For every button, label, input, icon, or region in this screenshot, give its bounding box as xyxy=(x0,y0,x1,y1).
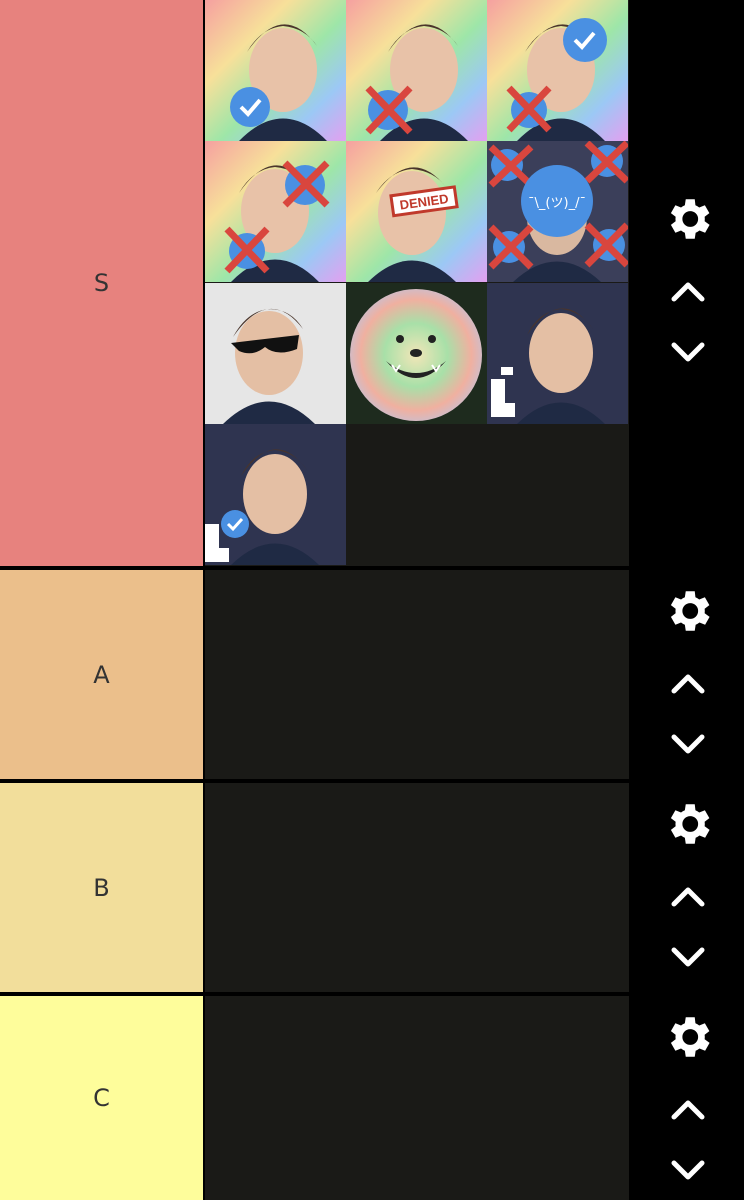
tier-row-s: S DENIED ¯\_(ツ)_/¯ xyxy=(0,0,744,566)
tile-rainbow-verified-top-right[interactable] xyxy=(487,0,628,141)
tier-items-a[interactable] xyxy=(205,570,629,779)
chevron-up-icon[interactable] xyxy=(659,262,717,320)
chevron-up-icon[interactable] xyxy=(659,867,717,925)
shrug-text: ¯\_(ツ)_/¯ xyxy=(528,196,586,211)
tier-row-c: C xyxy=(0,996,744,1200)
tier-label-text: C xyxy=(93,1084,110,1112)
gear-icon[interactable] xyxy=(659,1008,717,1066)
tier-label-c[interactable]: C xyxy=(0,996,203,1200)
tile-rainbow-crossed-verified[interactable] xyxy=(346,0,487,141)
chevron-down-icon[interactable] xyxy=(659,716,717,774)
tier-items-b[interactable] xyxy=(205,783,629,992)
chevron-up-icon[interactable] xyxy=(659,1080,717,1138)
tier-label-a[interactable]: A xyxy=(0,570,203,779)
tier-label-b[interactable]: B xyxy=(0,783,203,992)
tile-portrait-logo-verified[interactable] xyxy=(205,424,346,565)
tile-sunglasses[interactable] xyxy=(205,283,346,424)
tile-rainbow-denied[interactable]: DENIED xyxy=(346,141,487,282)
gear-icon[interactable] xyxy=(659,795,717,853)
tier-controls-a xyxy=(629,570,744,779)
tier-row-b: B xyxy=(0,783,744,992)
tier-items-c[interactable] xyxy=(205,996,629,1200)
tier-controls-b xyxy=(629,783,744,992)
tile-rainbow-dog[interactable] xyxy=(346,283,487,424)
tier-label-text: S xyxy=(93,269,110,297)
gear-icon[interactable] xyxy=(659,582,717,640)
tier-controls-c xyxy=(629,996,744,1200)
chevron-down-icon[interactable] xyxy=(659,929,717,987)
tier-row-a: A xyxy=(0,570,744,779)
tile-rainbow-verified[interactable] xyxy=(205,0,346,141)
tier-label-text: A xyxy=(93,660,110,689)
tier-list-board: S DENIED ¯\_(ツ)_/¯ A B C xyxy=(0,0,744,1200)
tier-label-text: B xyxy=(93,873,110,902)
gear-icon[interactable] xyxy=(659,190,717,248)
tier-controls-s xyxy=(629,0,744,566)
chevron-down-icon[interactable] xyxy=(659,324,717,382)
tile-rainbow-double-crossed[interactable] xyxy=(205,141,346,282)
tier-label-s[interactable]: S xyxy=(0,0,203,566)
chevron-up-icon[interactable] xyxy=(659,654,717,712)
tile-portrait-logo[interactable] xyxy=(487,283,628,424)
chevron-down-icon[interactable] xyxy=(659,1142,717,1200)
tile-shrug-crossed[interactable]: ¯\_(ツ)_/¯ xyxy=(487,141,628,282)
tier-items-s[interactable]: DENIED ¯\_(ツ)_/¯ xyxy=(205,0,629,566)
